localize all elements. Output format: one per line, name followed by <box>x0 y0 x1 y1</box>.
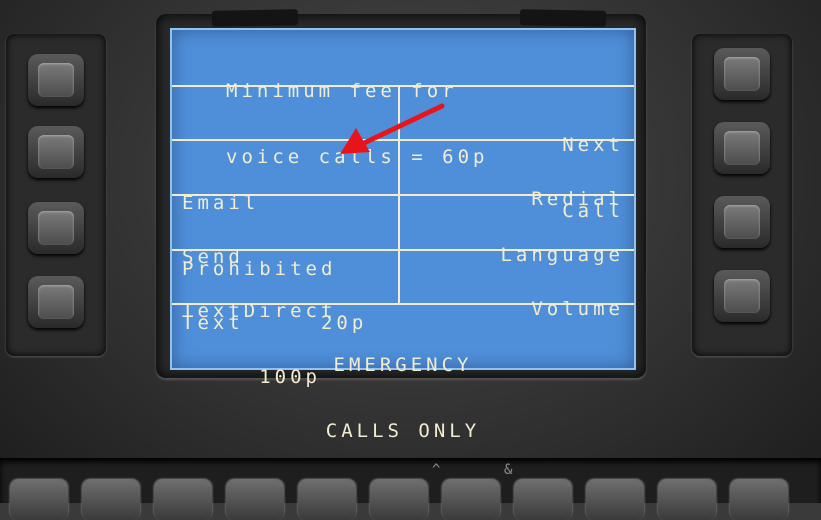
keypad-symbol-caret: ^ <box>432 462 441 478</box>
keypad-key[interactable] <box>730 480 788 520</box>
keypad-key[interactable] <box>370 480 428 520</box>
keypad: ^ & <box>0 458 821 520</box>
keypad-key[interactable] <box>82 480 140 520</box>
keypad-key[interactable] <box>10 480 68 520</box>
keypad-key[interactable] <box>154 480 212 520</box>
keypad-key[interactable] <box>586 480 644 520</box>
keypad-key[interactable] <box>658 480 716 520</box>
keypad-key[interactable] <box>442 480 500 520</box>
keypad-key[interactable] <box>298 480 356 520</box>
keypad-key[interactable] <box>514 480 572 520</box>
keypad-symbol-ampersand: & <box>504 462 513 478</box>
keypad-key[interactable] <box>226 480 284 520</box>
payphone-panel: Minimum fee for voice calls = 60p Next C… <box>0 0 821 520</box>
red-arrow-icon <box>340 103 445 154</box>
